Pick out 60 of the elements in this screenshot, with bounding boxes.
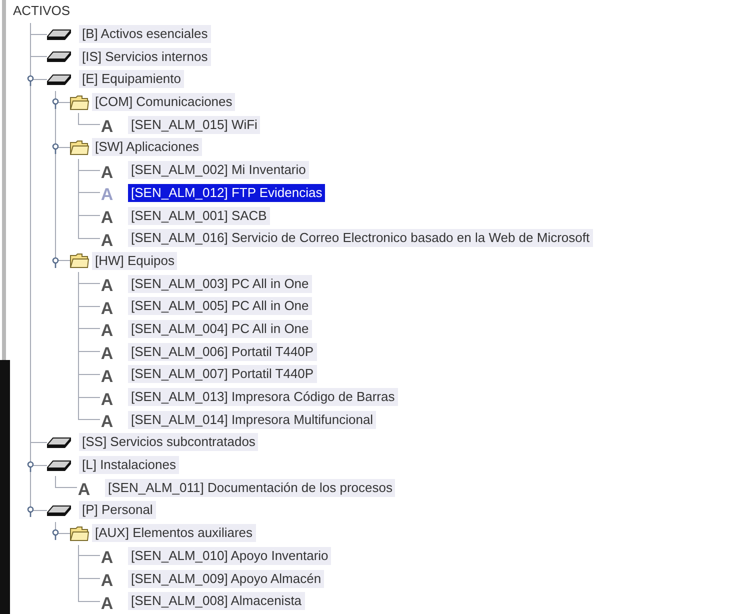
letter-icon: A [100, 368, 114, 386]
folder-icon [70, 94, 89, 110]
folder-icon [70, 140, 89, 155]
letter-icon: A [100, 209, 114, 228]
expanded-handle-icon[interactable] [52, 528, 59, 540]
tree-node-label[interactable]: [SEN_ALM_016] Servicio de Correo Electronico basado en la Web de Microsoft [128, 229, 593, 248]
letter-icon: A [100, 390, 114, 409]
letter-icon: A [100, 549, 114, 568]
tree-node-label[interactable]: [SEN_ALM_004] PC All in One [128, 320, 312, 338]
expanded-handle-icon[interactable] [27, 75, 34, 86]
letter-icon: A [100, 164, 114, 182]
expanded-handle-icon[interactable] [52, 98, 59, 109]
letter-icon: A [100, 232, 114, 250]
expanded-handle-icon[interactable] [27, 506, 34, 518]
tree-node-label[interactable]: [B] Activos esenciales [79, 25, 211, 44]
tree-node-label[interactable]: [SEN_ALM_010] Apoyo Inventario [128, 546, 332, 565]
letter-icon: A [100, 322, 114, 340]
expanded-handle-icon[interactable] [27, 460, 34, 472]
letter-icon: A [100, 186, 114, 204]
tree-node-label[interactable]: [SW] Aplicaciones [92, 138, 202, 156]
letter-icon: A [77, 481, 91, 500]
layer-icon [47, 436, 71, 448]
tree-node-label[interactable]: [SEN_ALM_011] Documentación de los procesos [105, 478, 396, 497]
tree-node-label[interactable]: [SEN_ALM_006] Portatil T440P [128, 342, 317, 361]
layer-icon [47, 51, 71, 62]
letter-icon: A [100, 277, 114, 296]
letter-icon: A [100, 118, 114, 136]
layer-icon [47, 28, 71, 40]
layer-icon [47, 504, 71, 516]
tree-node-label[interactable]: [SS] Servicios subcontratados [79, 433, 258, 452]
tree-node-label[interactable]: [SEN_ALM_008] Almacenista [128, 592, 305, 610]
expanded-handle-icon[interactable] [52, 143, 59, 154]
tree-node-label[interactable]: [COM] Comunicaciones [92, 93, 236, 112]
folder-icon [70, 526, 89, 541]
tree-node-label[interactable]: [SEN_ALM_007] Portatil T440P [128, 365, 317, 384]
tree-node-label[interactable]: [SEN_ALM_002] Mi Inventario [128, 161, 309, 180]
tree-node-label[interactable]: [SEN_ALM_001] SACB [128, 206, 270, 225]
tree-node-label[interactable]: [SEN_ALM_014] Impresora Multifuncional [128, 410, 376, 429]
layer-icon [47, 74, 71, 85]
expanded-handle-icon[interactable] [52, 256, 59, 268]
tree-node-label[interactable]: [E] Equipamiento [79, 70, 184, 88]
tree-root-label[interactable]: ACTIVOS [10, 2, 74, 20]
tree-node-label[interactable]: [P] Personal [79, 501, 156, 520]
tree-node-label[interactable]: [SEN_ALM_009] Apoyo Almacén [128, 570, 324, 588]
tree-node-label[interactable]: [IS] Servicios internos [79, 48, 211, 66]
layer-icon [47, 460, 71, 471]
letter-icon: A [100, 572, 114, 590]
letter-icon: A [100, 345, 114, 364]
letter-icon: A [100, 300, 114, 318]
letter-icon: A [100, 594, 114, 613]
tree-node-label[interactable]: [SEN_ALM_003] PC All in One [128, 274, 312, 293]
tree-node-label[interactable]: [SEN_ALM_005] PC All in One [128, 297, 312, 316]
folder-icon [70, 253, 89, 268]
letter-icon: A [100, 413, 114, 432]
tree-node-label[interactable]: [SEN_ALM_013] Impresora Código de Barras [128, 388, 398, 406]
tree-node-label[interactable]: [HW] Equipos [92, 252, 178, 270]
tree-node-label[interactable]: [AUX] Elementos auxiliares [92, 524, 256, 542]
tree-node-label[interactable]: [SEN_ALM_012] FTP Evidencias [128, 184, 326, 202]
tree-node-label[interactable]: [SEN_ALM_015] WiFi [128, 116, 260, 134]
tree-node-label[interactable]: [L] Instalaciones [79, 456, 179, 474]
